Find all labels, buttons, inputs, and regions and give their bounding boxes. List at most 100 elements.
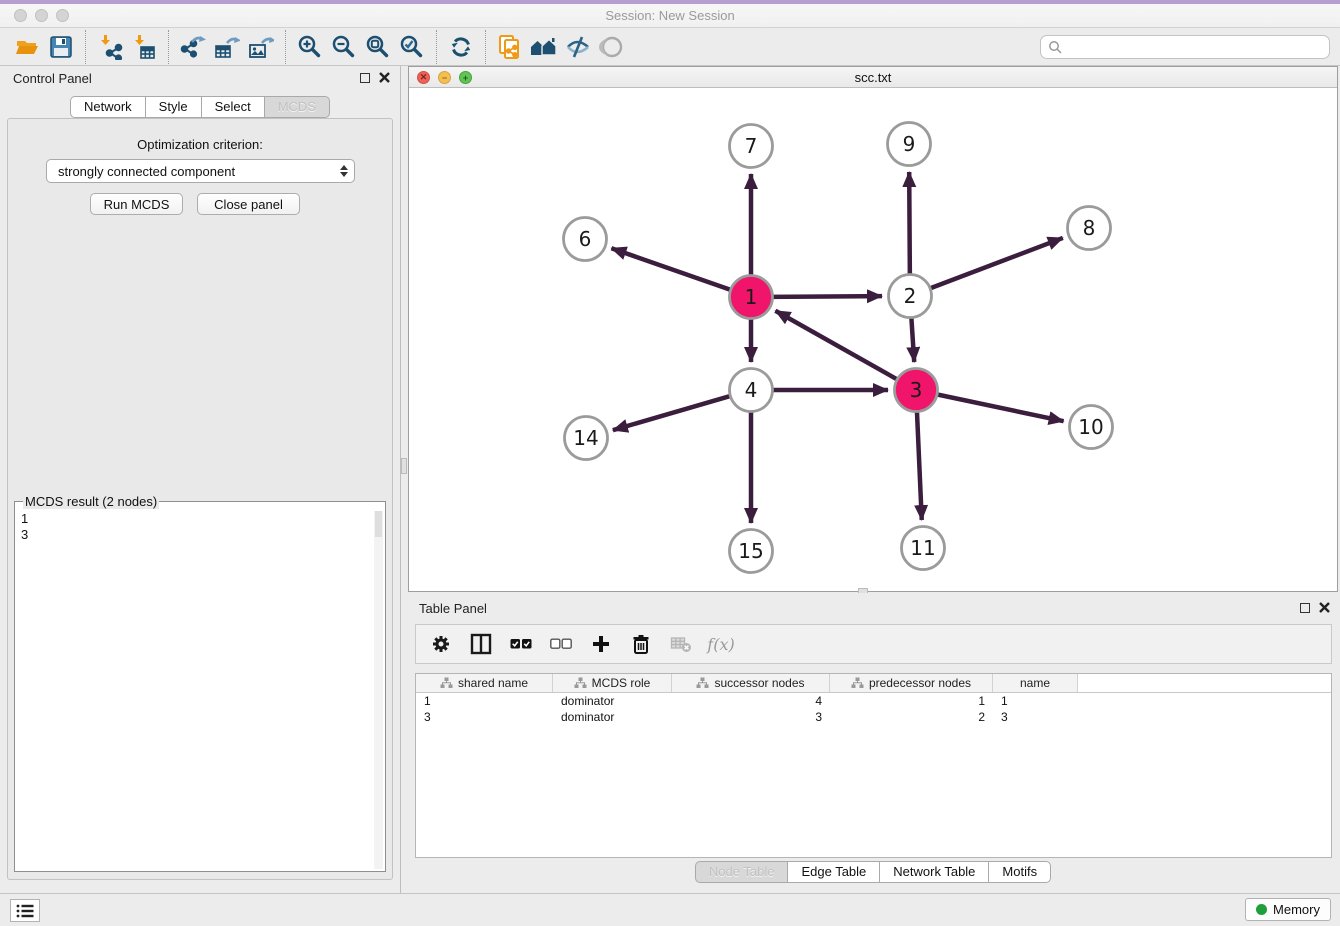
table-header: shared nameMCDS rolesuccessor nodesprede… — [416, 674, 1331, 693]
tab-mcds[interactable]: MCDS — [264, 96, 330, 118]
node-6[interactable]: 6 — [564, 218, 607, 261]
close-table-panel-icon[interactable] — [1319, 602, 1330, 613]
table-cell: 3 — [672, 710, 830, 724]
deselect-all-checkboxes-icon[interactable] — [546, 629, 576, 659]
table-tabs: Node TableEdge TableNetwork TableMotifs — [406, 861, 1340, 883]
task-history-button[interactable] — [10, 899, 40, 922]
settings-gear-icon[interactable] — [426, 629, 456, 659]
edge-3-11[interactable] — [917, 410, 922, 520]
export-image-icon[interactable] — [244, 31, 278, 63]
first-neighbors-icon[interactable] — [527, 31, 561, 63]
node-2[interactable]: 2 — [889, 275, 932, 318]
tab-edge-table[interactable]: Edge Table — [787, 861, 880, 883]
edge-2-3[interactable] — [911, 316, 914, 362]
node-7[interactable]: 7 — [730, 125, 773, 168]
optimization-criterion-label: Optimization criterion: — [8, 137, 392, 152]
open-session-icon[interactable] — [10, 31, 44, 63]
node-9[interactable]: 9 — [888, 123, 931, 166]
edge-3-1[interactable] — [775, 311, 898, 380]
node-8[interactable]: 8 — [1068, 207, 1111, 250]
edge-4-14[interactable] — [613, 396, 732, 431]
node-15[interactable]: 15 — [730, 530, 773, 573]
node-10[interactable]: 10 — [1070, 406, 1113, 449]
delete-table-icon — [666, 629, 696, 659]
table-body: 1dominator4113dominator323 — [416, 693, 1331, 725]
node-11[interactable]: 11 — [902, 527, 945, 570]
attribute-tree-icon — [696, 677, 709, 689]
edge-2-8[interactable] — [929, 238, 1063, 289]
vertical-split-handle[interactable] — [401, 458, 407, 474]
table-cell: 3 — [416, 710, 553, 724]
titlebar: Session: New Session — [0, 4, 1340, 28]
edge-2-9[interactable] — [909, 172, 910, 276]
status-bar: Memory — [0, 893, 1340, 926]
export-table-icon[interactable] — [210, 31, 244, 63]
import-network-icon[interactable] — [93, 31, 127, 63]
tab-network-table[interactable]: Network Table — [879, 861, 989, 883]
node-1[interactable]: 1 — [730, 276, 773, 319]
table-cell: 4 — [672, 694, 830, 708]
column-header-shared-name[interactable]: shared name — [416, 674, 553, 692]
table-cell: 2 — [830, 710, 993, 724]
network-from-selection-icon[interactable] — [493, 31, 527, 63]
network-window-titlebar[interactable]: ✕ − + scc.txt — [409, 67, 1337, 88]
import-table-icon[interactable] — [127, 31, 161, 63]
close-panel-icon[interactable] — [379, 72, 390, 83]
run-mcds-button[interactable]: Run MCDS — [90, 193, 183, 215]
zoom-in-icon[interactable] — [293, 31, 327, 63]
edge-3-10[interactable] — [936, 394, 1064, 421]
zoom-selected-icon[interactable] — [395, 31, 429, 63]
table-cell: dominator — [553, 710, 672, 724]
hide-selected-icon[interactable] — [561, 31, 595, 63]
table-row[interactable]: 3dominator323 — [416, 709, 1331, 725]
export-network-icon[interactable] — [176, 31, 210, 63]
edge-1-2[interactable] — [771, 296, 882, 297]
node-table: shared nameMCDS rolesuccessor nodesprede… — [415, 673, 1332, 858]
network-canvas[interactable]: 1 2 3 4 6 7 8 9 10 11 14 15 — [409, 88, 1337, 591]
tab-node-table[interactable]: Node Table — [695, 861, 789, 883]
column-header-name[interactable]: name — [993, 674, 1078, 692]
node-4[interactable]: 4 — [730, 369, 773, 412]
zoom-fit-icon[interactable] — [361, 31, 395, 63]
zoom-out-icon[interactable] — [327, 31, 361, 63]
column-header-successor-nodes[interactable]: successor nodes — [672, 674, 830, 692]
tab-network[interactable]: Network — [70, 96, 146, 118]
select-all-checkboxes-icon[interactable] — [506, 629, 536, 659]
table-toolbar: f(x) — [415, 624, 1332, 664]
svg-text:11: 11 — [910, 536, 935, 560]
column-layout-icon[interactable] — [466, 629, 496, 659]
control-panel-tabs: NetworkStyleSelectMCDS — [0, 96, 400, 118]
tab-motifs[interactable]: Motifs — [988, 861, 1051, 883]
tab-style[interactable]: Style — [145, 96, 202, 118]
table-cell: 3 — [993, 710, 1078, 724]
column-header-MCDS-role[interactable]: MCDS role — [553, 674, 672, 692]
memory-button[interactable]: Memory — [1245, 898, 1331, 921]
search-field[interactable] — [1040, 35, 1330, 59]
float-table-panel-icon[interactable] — [1300, 603, 1310, 613]
table-cell: 1 — [830, 694, 993, 708]
node-3[interactable]: 3 — [895, 369, 938, 412]
column-header-predecessor-nodes[interactable]: predecessor nodes — [830, 674, 993, 692]
list-icon — [15, 903, 35, 919]
table-row[interactable]: 1dominator411 — [416, 693, 1331, 709]
svg-text:6: 6 — [579, 227, 592, 251]
float-panel-icon[interactable] — [360, 73, 370, 83]
result-line: 1 — [21, 511, 379, 527]
svg-text:4: 4 — [745, 378, 758, 402]
attribute-tree-icon — [440, 677, 453, 689]
svg-text:9: 9 — [903, 132, 916, 156]
result-scrollbar[interactable] — [374, 511, 383, 869]
control-panel: Control Panel NetworkStyleSelectMCDS Opt… — [0, 66, 401, 893]
add-icon[interactable] — [586, 629, 616, 659]
tab-select[interactable]: Select — [201, 96, 265, 118]
attribute-tree-icon — [574, 677, 587, 689]
refresh-layout-icon[interactable] — [444, 31, 478, 63]
svg-text:8: 8 — [1083, 216, 1096, 240]
delete-trash-icon[interactable] — [626, 629, 656, 659]
criterion-dropdown[interactable]: strongly connected component — [46, 159, 355, 183]
attribute-tree-icon — [851, 677, 864, 689]
edge-1-6[interactable] — [611, 248, 732, 290]
save-session-icon[interactable] — [44, 31, 78, 63]
node-14[interactable]: 14 — [565, 417, 608, 460]
close-panel-button[interactable]: Close panel — [197, 193, 300, 215]
